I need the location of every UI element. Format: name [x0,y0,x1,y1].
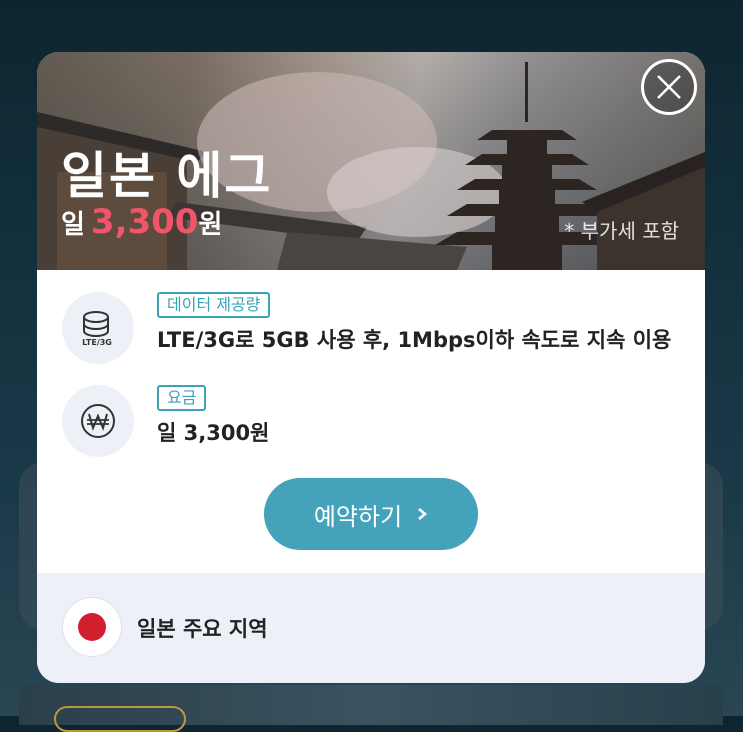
price-suffix: 원 [198,210,223,240]
modal-title: 일본 에그 [61,147,273,205]
plan-details: LTE/3G 데이터 제공량 LTE/3G로 5GB 사용 후, 1Mbps이하… [37,270,705,570]
price-headline: 일 3,300 원 [61,202,222,242]
product-modal: 일본 에그 일 3,300 원 * 부가세 포함 LTE/3G 데이터 제공량 … [37,52,705,683]
close-icon [657,75,681,99]
background-pill [54,706,186,732]
region-label: 일본 주요 지역 [137,617,268,641]
data-lte-3g-icon: LTE/3G [62,292,134,364]
price-prefix: 일 [61,210,85,240]
close-button[interactable] [641,59,697,115]
svg-text:LTE/3G: LTE/3G [82,338,112,347]
data-allowance-text: LTE/3G로 5GB 사용 후, 1Mbps이하 속도로 지속 이용 [157,328,672,352]
tag-data-allowance: 데이터 제공량 [157,292,271,318]
hero-banner: 일본 에그 일 3,300 원 * 부가세 포함 [37,52,705,270]
tag-fee: 요금 [157,385,207,411]
detail-row-fee: 요금 일 3,300원 [62,385,269,457]
chevron-right-icon [418,508,428,520]
vat-note: * 부가세 포함 [564,219,679,243]
detail-row-data: LTE/3G 데이터 제공량 LTE/3G로 5GB 사용 후, 1Mbps이하… [62,292,671,364]
reserve-button-label: 예약하기 [313,502,403,531]
fee-text: 일 3,300원 [157,421,270,445]
japan-flag-icon [62,597,122,657]
reserve-button[interactable]: 예약하기 [264,478,478,550]
won-currency-icon [62,385,134,457]
price-value: 3,300 [90,202,199,242]
region-section: 일본 주요 지역 [37,573,705,683]
